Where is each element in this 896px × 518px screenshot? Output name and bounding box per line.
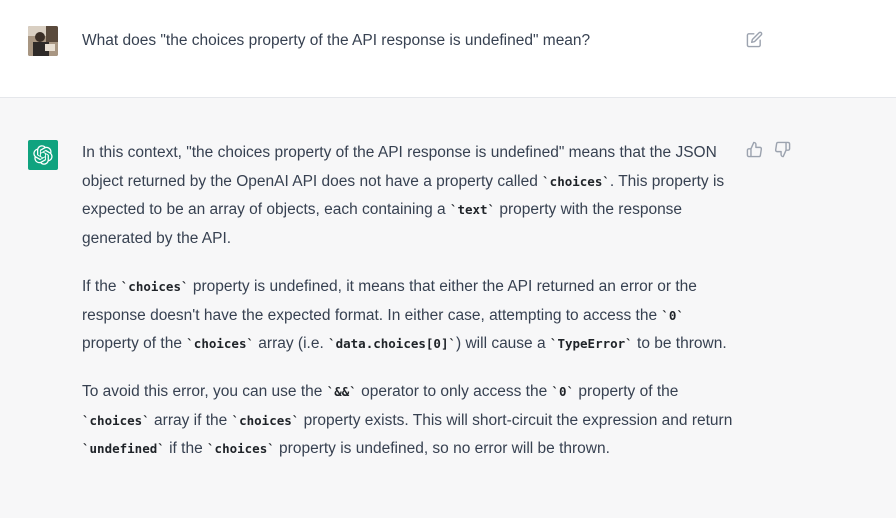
answer-text: ) will cause a — [456, 335, 550, 353]
thumbs-down-icon[interactable] — [774, 141, 792, 159]
answer-text: array (i.e. — [254, 335, 329, 353]
inline-code: `choices` — [120, 278, 189, 294]
answer-text: to be thrown. — [632, 335, 727, 353]
answer-text: array if the — [149, 411, 232, 429]
answer-text: property of the — [574, 382, 679, 400]
inline-code: `&&` — [326, 383, 357, 399]
answer-text: operator to only access the — [356, 382, 552, 400]
user-avatar — [28, 26, 58, 56]
answer-paragraph: To avoid this error, you can use the `&&… — [82, 378, 742, 464]
inline-code: `choices` — [542, 173, 610, 189]
user-message-text: What does "the choices property of the A… — [82, 32, 591, 49]
answer-text: property exists. This will short-circuit… — [299, 411, 733, 429]
answer-text: property of the — [82, 335, 187, 353]
user-photo — [28, 26, 58, 56]
inline-code: `0` — [551, 383, 575, 399]
inline-code: `undefined` — [82, 441, 165, 457]
edit-icon[interactable] — [746, 31, 763, 48]
inline-code: `data.choices[0]` — [328, 336, 457, 352]
answer-paragraph: In this context, "the choices property o… — [82, 139, 742, 254]
inline-code: `choices` — [231, 412, 300, 428]
answer-paragraph: If the `choices` property is undefined, … — [82, 273, 742, 359]
inline-code: `choices` — [186, 336, 254, 352]
answer-text: property is undefined, so no error will … — [274, 440, 610, 458]
inline-code: `text` — [449, 202, 496, 218]
answer-text: If the — [82, 277, 121, 295]
inline-code: `TypeError` — [549, 336, 633, 352]
openai-logo-icon — [28, 140, 58, 170]
user-message-row: What does "the choices property of the A… — [0, 0, 896, 98]
inline-code: `choices` — [82, 412, 150, 428]
inline-code: `choices` — [207, 441, 275, 457]
assistant-message-text: In this context, "the choices property o… — [82, 139, 742, 483]
answer-text: To avoid this error, you can use the — [82, 382, 327, 400]
answer-text: if the — [164, 440, 208, 458]
assistant-message-row: In this context, "the choices property o… — [0, 98, 896, 518]
inline-code: `0` — [661, 307, 684, 323]
thumbs-up-icon[interactable] — [746, 141, 764, 159]
